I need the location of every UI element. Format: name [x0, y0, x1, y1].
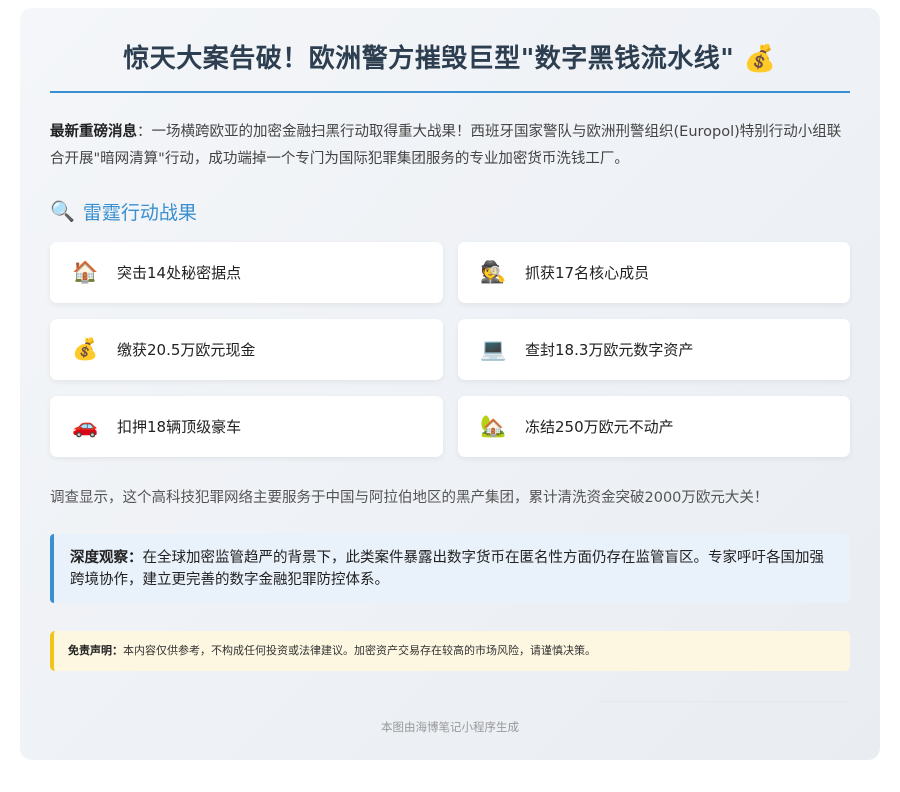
- stats-grid: 🏠 突击14处秘密据点 🕵 抓获17名核心成员 💰 缴获20.5万欧元现金 💻 …: [50, 242, 850, 457]
- money-bag-icon: 💰: [743, 44, 777, 74]
- magnifier-icon: 🔍: [50, 199, 75, 223]
- stat-card: 🚗 扣押18辆顶级豪车: [50, 396, 443, 457]
- stat-label: 冻结250万欧元不动产: [525, 418, 674, 436]
- section-title: 雷霆行动战果: [82, 201, 197, 224]
- detective-icon: 🕵: [480, 260, 507, 284]
- intro-paragraph: 最新重磅消息：一场横跨欧亚的加密金融扫黑行动取得重大战果！西班牙国家警队与欧洲刑…: [50, 119, 850, 173]
- stat-label: 扣押18辆顶级豪车: [117, 418, 242, 436]
- insight-lead: 深度观察：: [70, 550, 143, 566]
- stat-card: 🏡 冻结250万欧元不动产: [458, 396, 850, 457]
- money-bag-icon: 💰: [72, 337, 99, 361]
- summary-text: 调查显示，这个高科技犯罪网络主要服务于中国与阿拉伯地区的黑产集团，累计清洗资金突…: [50, 490, 769, 506]
- stat-label: 缴获20.5万欧元现金: [117, 341, 256, 359]
- disclaimer-text: 本内容仅供参考，不构成任何投资或法律建议。加密资产交易存在较高的市场风险，请谨慎…: [123, 644, 596, 657]
- house-garden-icon: 🏡: [480, 414, 507, 438]
- stat-card: 🏠 突击14处秘密据点: [50, 242, 443, 303]
- page-title: 惊天大案告破！欧洲警方摧毁巨型"数字黑钱流水线" 💰: [50, 40, 850, 78]
- disclaimer-box: 免责声明：本内容仅供参考，不构成任何投资或法律建议。加密资产交易存在较高的市场风…: [50, 631, 850, 671]
- stat-card: 🕵 抓获17名核心成员: [458, 242, 850, 303]
- intro-text: ：一场横跨欧亚的加密金融扫黑行动取得重大战果！西班牙国家警队与欧洲刑警组织(Eu…: [50, 124, 842, 167]
- stat-card: 💻 查封18.3万欧元数字资产: [458, 319, 850, 380]
- insight-text: 在全球加密监管趋严的背景下，此类案件暴露出数字货币在匿名性方面仍存在监管盲区。专…: [70, 550, 824, 588]
- insight-box: 深度观察：在全球加密监管趋严的背景下，此类案件暴露出数字货币在匿名性方面仍存在监…: [50, 534, 850, 603]
- title-divider: [50, 91, 850, 93]
- section-heading: 🔍 雷霆行动战果: [50, 195, 850, 227]
- laptop-icon: 💻: [480, 337, 507, 361]
- stat-card: 💰 缴获20.5万欧元现金: [50, 319, 443, 380]
- car-icon: 🚗: [72, 414, 99, 438]
- news-card: 惊天大案告破！欧洲警方摧毁巨型"数字黑钱流水线" 💰 最新重磅消息：一场横跨欧亚…: [20, 8, 880, 760]
- footer-text: 本图由海博笔记小程序生成: [381, 720, 519, 734]
- stat-label: 查封18.3万欧元数字资产: [525, 341, 694, 359]
- title-text: 惊天大案告破！欧洲警方摧毁巨型"数字黑钱流水线": [123, 44, 735, 74]
- intro-lead: 最新重磅消息: [50, 124, 137, 140]
- house-icon: 🏠: [72, 260, 99, 284]
- disclaimer-lead: 免责声明：: [68, 644, 123, 657]
- footer-divider: [600, 701, 850, 702]
- stat-label: 抓获17名核心成员: [525, 264, 650, 282]
- stat-label: 突击14处秘密据点: [117, 264, 242, 282]
